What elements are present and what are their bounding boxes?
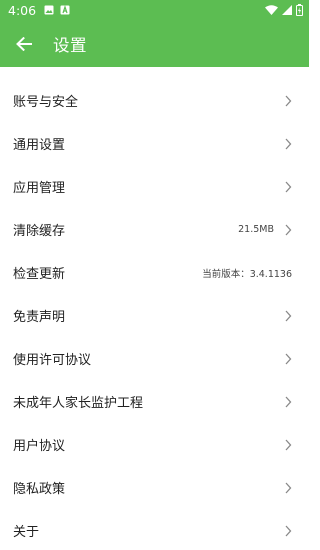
chevron-right-icon (285, 353, 292, 364)
settings-item-account-security[interactable]: 账号与安全 (0, 79, 309, 122)
chevron-right-icon (285, 224, 292, 235)
settings-item-label: 用户协议 (13, 439, 66, 454)
arrow-left-icon (16, 36, 32, 51)
cache-size-value: 21.5MB (238, 224, 274, 235)
settings-item-license-agreement[interactable]: 使用许可协议 (0, 337, 309, 380)
settings-list: 账号与安全 通用设置 应用管理 清除缓存 21.5MB 检查更新 当前版本：3.… (0, 67, 309, 550)
settings-item-label: 关于 (13, 525, 40, 540)
current-version-value: 当前版本：3.4.1136 (202, 268, 292, 280)
settings-item-disclaimer[interactable]: 免责声明 (0, 294, 309, 337)
chevron-right-icon (285, 310, 292, 321)
signal-icon (282, 5, 292, 15)
text-a-icon (60, 5, 70, 15)
settings-item-label: 隐私政策 (13, 482, 66, 497)
app-bar: 设置 (0, 20, 309, 67)
notification-icons (44, 5, 70, 15)
settings-item-label: 应用管理 (13, 181, 66, 196)
settings-item-label: 通用设置 (13, 138, 66, 153)
chevron-right-icon (285, 525, 292, 536)
chevron-right-icon (285, 396, 292, 407)
settings-item-general[interactable]: 通用设置 (0, 122, 309, 165)
status-bar: 4:06 (0, 0, 309, 20)
back-button[interactable] (14, 34, 34, 54)
settings-item-parental-guardianship[interactable]: 未成年人家长监护工程 (0, 380, 309, 423)
settings-item-user-agreement[interactable]: 用户协议 (0, 423, 309, 466)
battery-icon (296, 4, 303, 16)
settings-item-clear-cache[interactable]: 清除缓存 21.5MB (0, 208, 309, 251)
chevron-right-icon (285, 138, 292, 149)
settings-item-check-update[interactable]: 检查更新 当前版本：3.4.1136 (0, 251, 309, 294)
page-title: 设置 (53, 35, 87, 55)
settings-item-label: 免责声明 (13, 310, 66, 325)
settings-item-app-management[interactable]: 应用管理 (0, 165, 309, 208)
settings-item-label: 使用许可协议 (13, 353, 92, 368)
settings-item-privacy-policy[interactable]: 隐私政策 (0, 466, 309, 509)
settings-item-label: 未成年人家长监护工程 (13, 396, 144, 411)
settings-item-label: 账号与安全 (13, 95, 79, 110)
image-icon (44, 5, 54, 15)
settings-item-label: 清除缓存 (13, 224, 66, 239)
chevron-right-icon (285, 95, 292, 106)
wifi-icon (265, 5, 278, 15)
settings-item-about[interactable]: 关于 (0, 509, 309, 550)
settings-item-label: 检查更新 (13, 267, 66, 282)
status-time: 4:06 (8, 2, 37, 18)
chevron-right-icon (285, 482, 292, 493)
chevron-right-icon (285, 439, 292, 450)
chevron-right-icon (285, 181, 292, 192)
